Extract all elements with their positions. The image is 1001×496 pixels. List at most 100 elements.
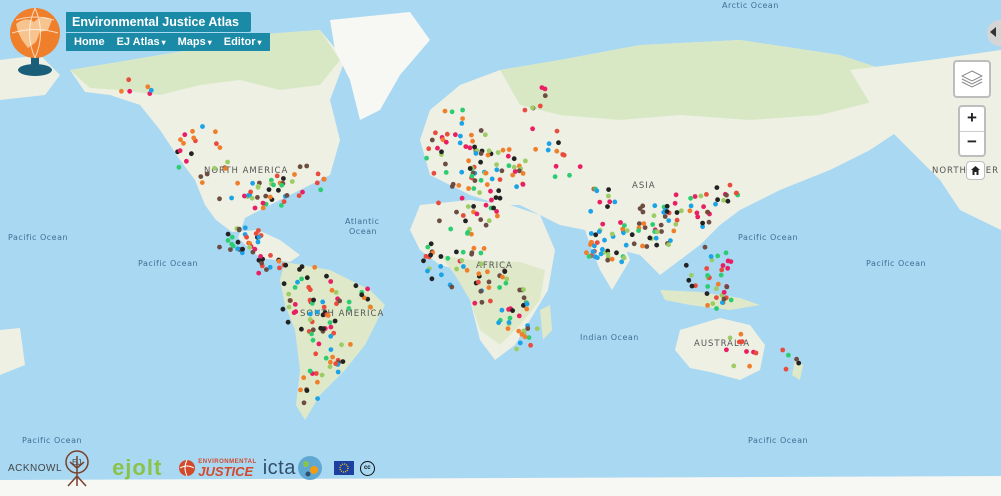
conflict-marker[interactable] (295, 279, 300, 285)
conflict-marker[interactable] (503, 280, 509, 286)
conflict-marker[interactable] (283, 262, 289, 268)
conflict-marker[interactable] (624, 228, 630, 234)
conflict-marker[interactable] (738, 331, 744, 337)
conflict-marker[interactable] (267, 194, 273, 200)
conflict-marker[interactable] (753, 350, 759, 356)
conflict-marker[interactable] (235, 239, 241, 245)
conflict-marker[interactable] (346, 299, 352, 305)
conflict-marker[interactable] (704, 291, 710, 296)
nav-home[interactable]: Home (68, 33, 111, 51)
conflict-marker[interactable] (477, 190, 482, 196)
conflict-marker[interactable] (329, 287, 335, 293)
conflict-marker[interactable] (588, 231, 594, 236)
conflict-marker[interactable] (688, 195, 693, 201)
conflict-marker[interactable] (609, 256, 615, 262)
conflict-marker[interactable] (602, 237, 607, 243)
conflict-marker[interactable] (456, 183, 462, 188)
conflict-marker[interactable] (297, 164, 303, 170)
conflict-marker[interactable] (592, 254, 598, 260)
conflict-marker[interactable] (727, 335, 733, 341)
conflict-marker[interactable] (651, 213, 657, 219)
conflict-marker[interactable] (337, 298, 343, 304)
conflict-marker[interactable] (324, 273, 329, 279)
conflict-marker[interactable] (644, 244, 650, 249)
conflict-marker[interactable] (300, 189, 305, 195)
conflict-marker[interactable] (443, 139, 449, 145)
conflict-marker[interactable] (597, 199, 603, 205)
conflict-marker[interactable] (606, 193, 611, 199)
conflict-marker[interactable] (439, 149, 444, 155)
conflict-marker[interactable] (652, 203, 658, 209)
conflict-marker[interactable] (463, 144, 469, 150)
conflict-marker[interactable] (705, 209, 711, 215)
conflict-marker[interactable] (721, 296, 727, 302)
conflict-marker[interactable] (242, 193, 247, 199)
conflict-marker[interactable] (285, 319, 291, 325)
conflict-marker[interactable] (640, 209, 646, 215)
conflict-marker[interactable] (523, 158, 528, 164)
conflict-marker[interactable] (636, 228, 641, 234)
conflict-marker[interactable] (301, 375, 307, 381)
conflict-marker[interactable] (744, 349, 749, 354)
conflict-marker[interactable] (664, 209, 670, 215)
conflict-marker[interactable] (459, 121, 465, 126)
nav-maps[interactable]: Maps ▾ (172, 33, 218, 52)
conflict-marker[interactable] (478, 151, 484, 156)
conflict-marker[interactable] (279, 182, 285, 188)
eu-flag-logo[interactable] (333, 461, 354, 475)
conflict-marker[interactable] (496, 188, 502, 194)
conflict-marker[interactable] (252, 205, 258, 211)
conflict-marker[interactable] (747, 363, 752, 369)
conflict-marker[interactable] (467, 145, 473, 151)
conflict-marker[interactable] (469, 231, 474, 237)
conflict-marker[interactable] (705, 273, 710, 278)
conflict-marker[interactable] (229, 195, 235, 201)
conflict-marker[interactable] (318, 187, 324, 193)
conflict-marker[interactable] (514, 346, 519, 352)
conflict-marker[interactable] (460, 249, 466, 255)
conflict-marker[interactable] (442, 108, 448, 114)
conflict-marker[interactable] (511, 164, 517, 170)
conflict-marker[interactable] (478, 250, 484, 256)
conflict-marker[interactable] (448, 226, 454, 232)
conflict-marker[interactable] (725, 198, 731, 204)
conflict-marker[interactable] (594, 240, 600, 246)
conflict-marker[interactable] (588, 239, 594, 245)
conflict-marker[interactable] (256, 228, 261, 233)
conflict-marker[interactable] (459, 169, 465, 175)
ejolt-logo[interactable]: ejolt (112, 455, 162, 481)
conflict-marker[interactable] (425, 244, 431, 250)
conflict-marker[interactable] (521, 287, 526, 292)
conflict-marker[interactable] (444, 131, 450, 137)
conflict-marker[interactable] (704, 266, 710, 271)
conflict-marker[interactable] (281, 176, 286, 181)
conflict-marker[interactable] (457, 140, 463, 146)
conflict-marker[interactable] (521, 295, 527, 301)
conflict-marker[interactable] (520, 182, 526, 187)
conflict-marker[interactable] (472, 300, 478, 306)
conflict-marker[interactable] (467, 166, 473, 171)
conflict-marker[interactable] (497, 177, 503, 183)
conflict-marker[interactable] (435, 145, 440, 151)
conflict-marker[interactable] (640, 243, 645, 249)
conflict-marker[interactable] (333, 290, 339, 295)
conflict-marker[interactable] (471, 245, 477, 251)
conflict-marker[interactable] (280, 306, 286, 312)
conflict-marker[interactable] (250, 249, 256, 255)
conflict-marker[interactable] (266, 187, 272, 193)
conflict-marker[interactable] (554, 128, 560, 134)
conflict-marker[interactable] (268, 253, 273, 258)
conflict-marker[interactable] (686, 277, 692, 283)
conflict-marker[interactable] (724, 347, 729, 353)
conflict-marker[interactable] (506, 320, 512, 325)
conflict-marker[interactable] (542, 86, 548, 92)
conflict-marker[interactable] (598, 251, 604, 257)
conflict-marker[interactable] (255, 239, 261, 245)
conflict-marker[interactable] (672, 200, 678, 206)
conflict-marker[interactable] (368, 304, 373, 310)
conflict-marker[interactable] (622, 223, 627, 228)
conflict-marker[interactable] (431, 170, 437, 176)
conflict-marker[interactable] (485, 152, 491, 158)
world-map[interactable]: Arctic Ocean Pacific Ocean Pacific Ocean… (0, 0, 1001, 496)
conflict-marker[interactable] (458, 133, 463, 139)
